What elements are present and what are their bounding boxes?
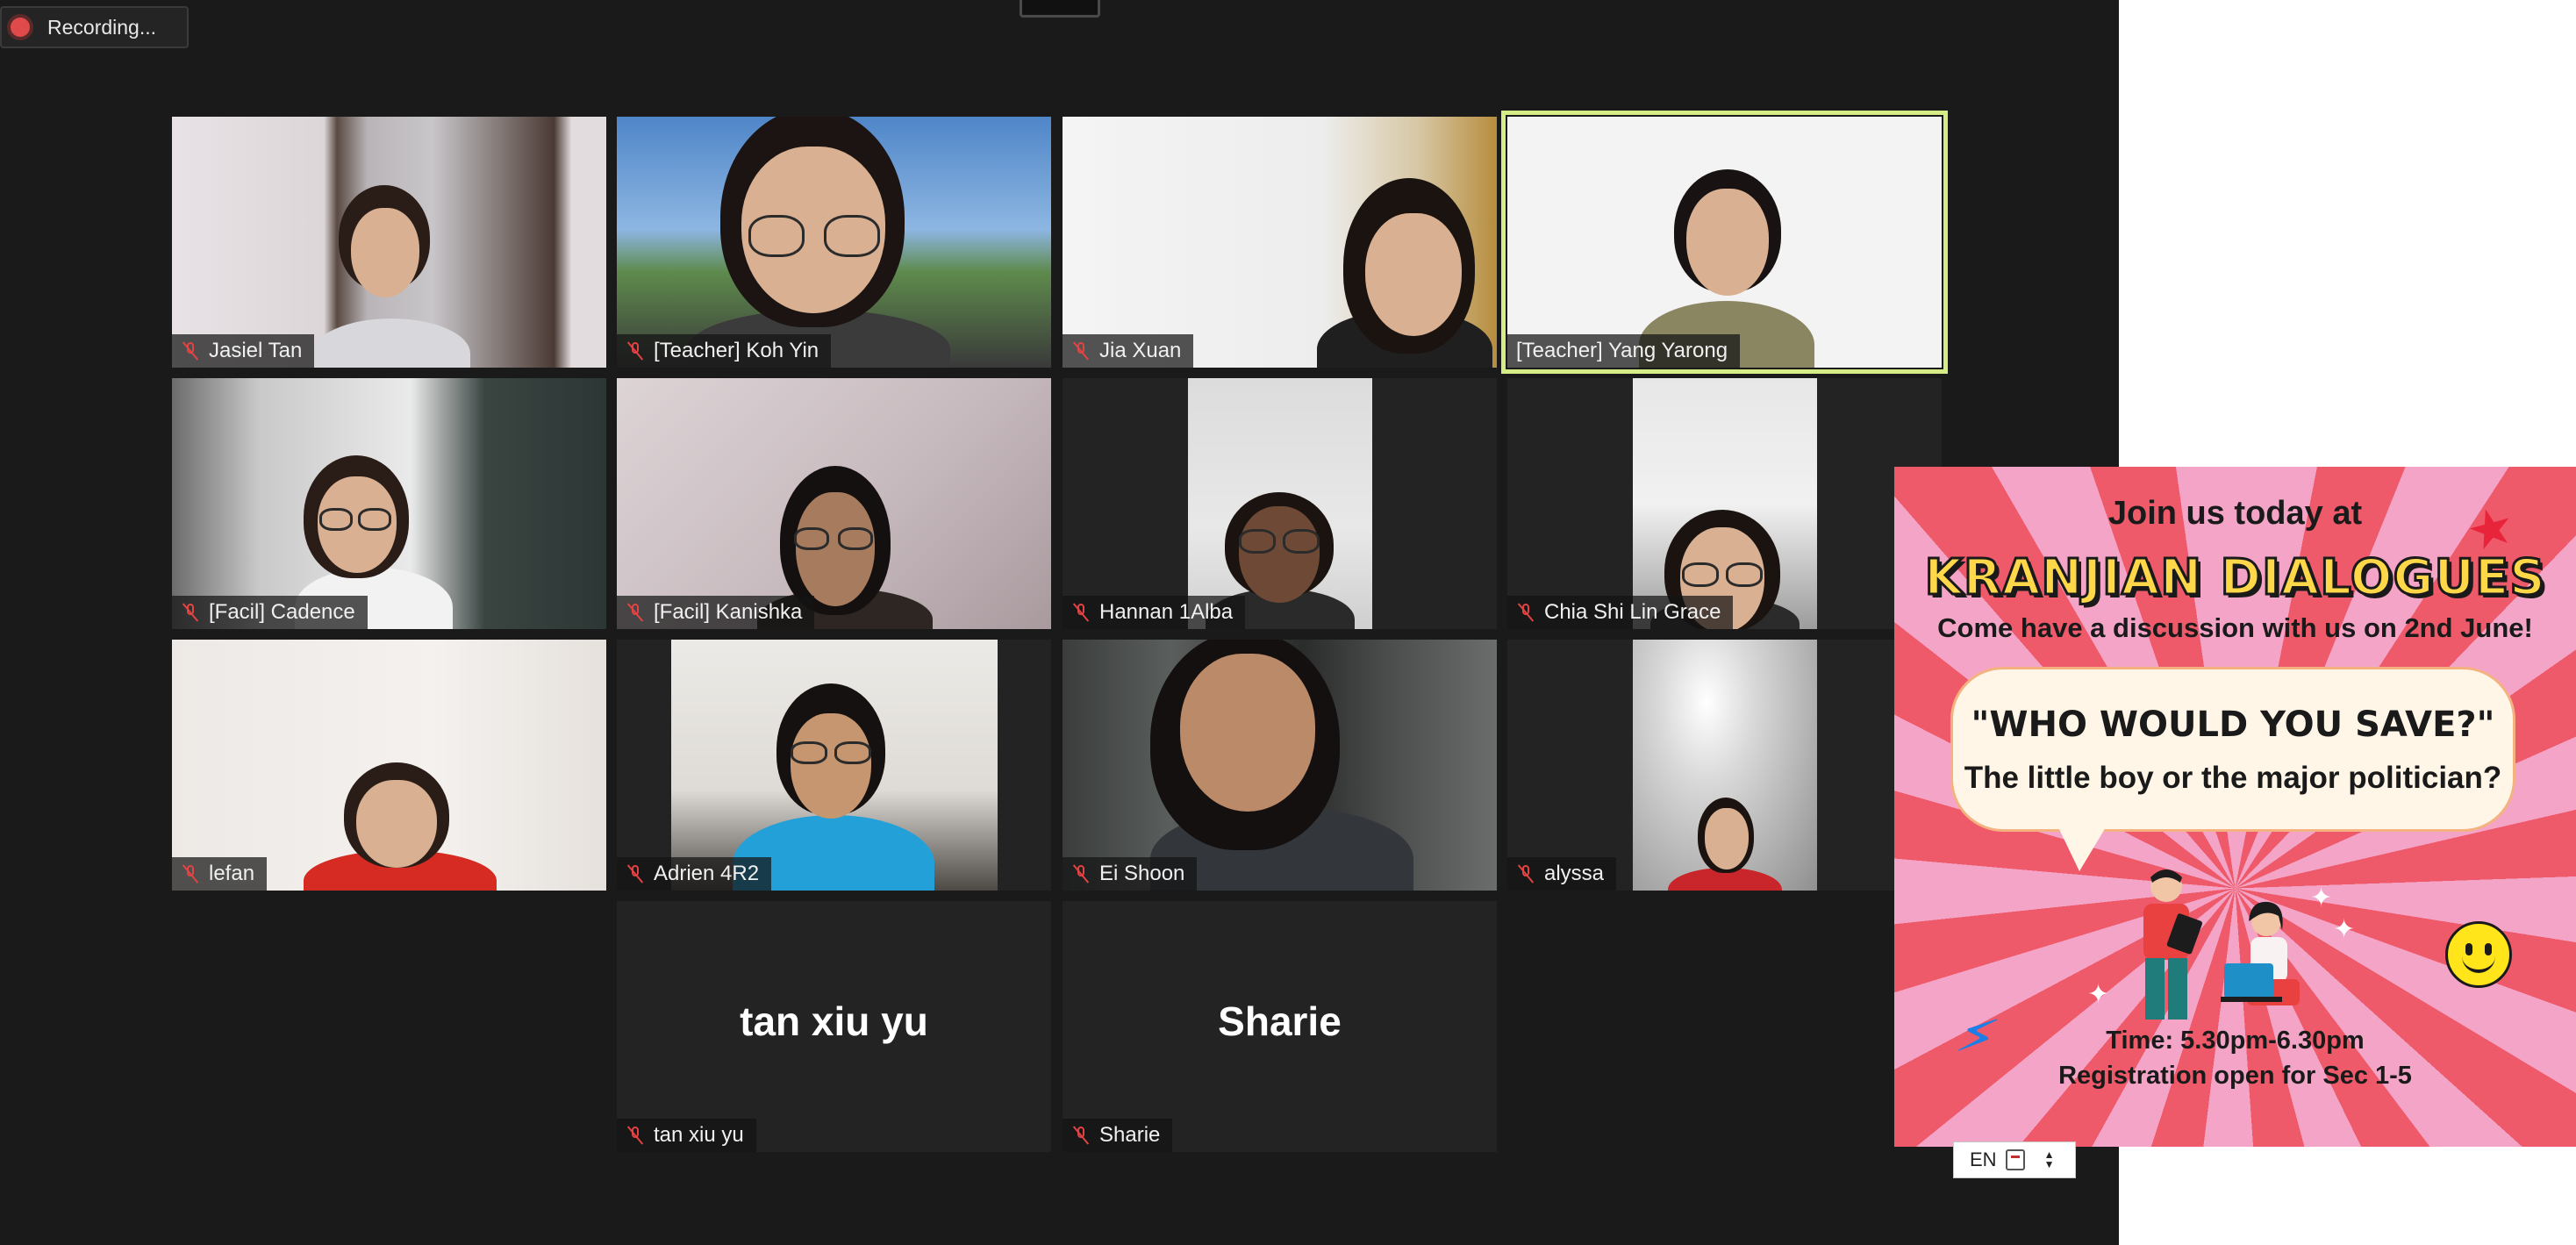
camera-feed <box>172 378 606 629</box>
sparkle-icon: ✦ <box>2087 980 2110 1009</box>
mic-muted-icon <box>1516 603 1535 622</box>
camera-feed <box>1187 378 1372 629</box>
camera-feed <box>1632 640 1817 891</box>
mic-muted-icon <box>1071 1126 1091 1145</box>
participant-name-tag: [Teacher] Koh Yin <box>617 334 832 368</box>
video-tile-jia-xuan[interactable]: Jia Xuan <box>1063 117 1497 368</box>
poster-question-sub: The little boy or the major politician? <box>1964 761 2502 795</box>
camera-feed <box>617 117 1051 368</box>
participant-name: Jia Xuan <box>1099 339 1182 362</box>
camera-feed <box>172 640 606 891</box>
participant-name-tag: Adrien 4R2 <box>617 857 772 891</box>
participant-name-tag: tan xiu yu <box>617 1119 756 1152</box>
camera-feed <box>617 378 1051 629</box>
participant-name-tag: Jasiel Tan <box>172 334 315 368</box>
video-tile-ei-shoon[interactable]: Ei Shoon <box>1063 640 1497 891</box>
mic-muted-icon <box>626 341 645 361</box>
participant-name-tag: Chia Shi Lin Grace <box>1507 596 1734 629</box>
sparkle-icon: ✦ <box>2310 884 2333 912</box>
video-tile-koh-yin[interactable]: [Teacher] Koh Yin <box>617 117 1051 368</box>
video-tile-adrien[interactable]: Adrien 4R2 <box>617 640 1051 891</box>
ime-icon[interactable] <box>2005 1149 2025 1170</box>
mic-muted-icon <box>181 603 200 622</box>
camera-feed <box>172 117 606 368</box>
mic-muted-icon <box>626 864 645 884</box>
view-toggle-button[interactable] <box>1020 0 1100 18</box>
participant-name: Jasiel Tan <box>209 339 303 362</box>
video-tile-jasiel-tan[interactable]: Jasiel Tan <box>172 117 606 368</box>
smiley-icon <box>2445 921 2512 988</box>
poster-question: "WHO WOULD YOU SAVE?" <box>1971 705 2495 745</box>
mic-muted-icon <box>181 341 200 361</box>
camera-feed <box>1507 117 1942 368</box>
video-tile-alyssa[interactable]: alyssa <box>1507 640 1942 891</box>
expand-arrows-icon[interactable]: ▲ ▼ <box>2044 1149 2055 1170</box>
participant-name-tag: Jia Xuan <box>1063 334 1194 368</box>
recording-icon <box>11 18 30 37</box>
participant-name: [Facil] Cadence <box>209 600 355 624</box>
video-tile-yang-yarong-active[interactable]: [Teacher] Yang Yarong <box>1501 111 1948 374</box>
mic-muted-icon <box>1071 341 1091 361</box>
language-bar[interactable]: EN ▲ ▼ <box>1953 1141 2076 1178</box>
participant-name-tag: lefan <box>172 857 268 891</box>
participant-name-tag: Sharie <box>1063 1119 1173 1152</box>
participant-name-tag: Ei Shoon <box>1063 857 1198 891</box>
video-tile-chia-shi-lin-grace[interactable]: Chia Shi Lin Grace <box>1507 378 1942 629</box>
speech-bubble: "WHO WOULD YOU SAVE?" The little boy or … <box>1950 667 2515 871</box>
mic-muted-icon <box>1516 864 1535 884</box>
recording-label: Recording... <box>47 15 157 39</box>
participant-name-tag: [Facil] Kanishka <box>617 596 815 629</box>
participant-name: Adrien 4R2 <box>654 862 760 885</box>
poster-time: Time: 5.30pm-6.30pm <box>2106 1027 2365 1055</box>
poster-subline: Come have a discussion with us on 2nd Ju… <box>1937 612 2533 643</box>
man-with-tablet-illustration <box>2143 869 2203 1020</box>
video-tile-kanishka[interactable]: [Facil] Kanishka <box>617 378 1051 629</box>
video-tile-cadence[interactable]: [Facil] Cadence <box>172 378 606 629</box>
mic-muted-icon <box>181 864 200 884</box>
participant-name: Sharie <box>1099 1123 1161 1147</box>
video-tile-tan-xiu-yu[interactable]: tan xiu yu tan xiu yu <box>617 901 1051 1152</box>
camera-feed <box>671 640 998 891</box>
participant-display-name: Sharie <box>1218 998 1342 1044</box>
camera-feed <box>1063 117 1497 368</box>
participant-display-name: tan xiu yu <box>740 998 928 1044</box>
participant-name: tan xiu yu <box>654 1123 744 1147</box>
participant-name: alyssa <box>1544 862 1605 885</box>
video-tile-hannan[interactable]: Hannan 1Alba <box>1063 378 1497 629</box>
participant-name: [Teacher] Yang Yarong <box>1516 339 1728 362</box>
video-tile-lefan[interactable]: lefan <box>172 640 606 891</box>
recording-indicator[interactable]: Recording... <box>0 6 189 48</box>
language-indicator[interactable]: EN <box>1970 1148 1997 1171</box>
participant-name-tag: alyssa <box>1507 857 1617 891</box>
participant-name: [Teacher] Koh Yin <box>654 339 819 362</box>
participant-name: Ei Shoon <box>1099 862 1185 885</box>
zoom-meeting-window: Recording... Jasiel Tan [Teacher] Koh Yi… <box>0 0 2119 1245</box>
participant-name-tag: [Facil] Cadence <box>172 596 368 629</box>
sparkle-icon: ✦ <box>2333 915 2356 944</box>
camera-feed <box>1063 640 1497 891</box>
mic-muted-icon <box>626 1126 645 1145</box>
event-poster: Join us today at ★ KRANJIAN DIALOGUES Co… <box>1894 467 2576 1147</box>
mic-muted-icon <box>1071 603 1091 622</box>
participant-name-tag: [Teacher] Yang Yarong <box>1507 334 1741 368</box>
participant-name: [Facil] Kanishka <box>654 600 803 624</box>
video-tile-sharie[interactable]: Sharie Sharie <box>1063 901 1497 1152</box>
participant-name: Hannan 1Alba <box>1099 600 1234 624</box>
woman-with-laptop-illustration <box>2221 901 2300 1005</box>
participant-name-tag: Hannan 1Alba <box>1063 596 1246 629</box>
mic-muted-icon <box>626 603 645 622</box>
camera-feed <box>1632 378 1817 629</box>
mic-muted-icon <box>1071 864 1091 884</box>
poster-registration: Registration open for Sec 1-5 <box>2058 1062 2412 1090</box>
participant-name: lefan <box>209 862 255 885</box>
participant-name: Chia Shi Lin Grace <box>1544 600 1721 624</box>
poster-brand: KRANJIAN DIALOGUES <box>1923 548 2546 608</box>
